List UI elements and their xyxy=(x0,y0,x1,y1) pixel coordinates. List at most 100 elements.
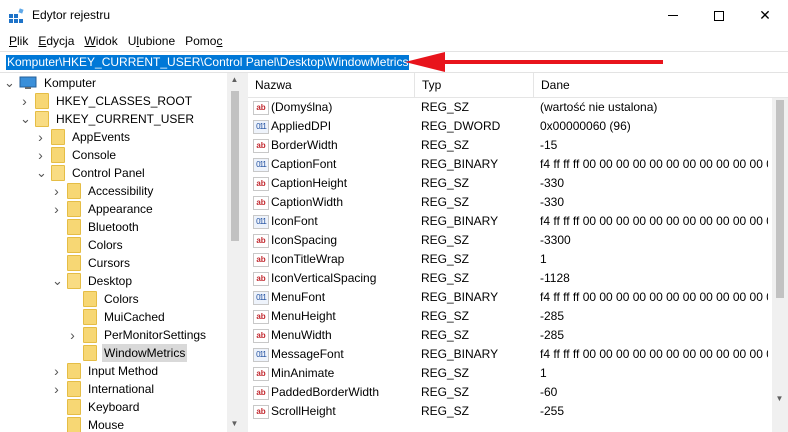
chevron-right-icon[interactable]: › xyxy=(52,200,61,218)
tree-item[interactable]: › Input Method xyxy=(52,362,160,380)
tree-item[interactable]: Cursors xyxy=(52,254,132,272)
scroll-down-icon[interactable]: ▼ xyxy=(227,419,242,428)
chevron-down-icon[interactable]: ⌄ xyxy=(20,112,31,125)
value-row[interactable]: ab MenuHeight REG_SZ -285 xyxy=(248,307,770,326)
chevron-right-icon[interactable]: › xyxy=(36,146,45,164)
values-list: Nazwa Typ Dane ab (Domyślna) REG_SZ (wartoś… xyxy=(248,73,788,432)
tree-item[interactable]: › PerMonitorSettings xyxy=(68,326,208,344)
value-type: REG_SZ xyxy=(421,309,470,323)
close-icon: ✕ xyxy=(759,7,771,23)
tree-item[interactable]: ⌄ HKEY_CURRENT_USER xyxy=(20,110,196,128)
tree-item-label: Appearance xyxy=(88,202,153,216)
address-path[interactable]: Komputer\HKEY_CURRENT_USER\Control Panel… xyxy=(6,55,410,70)
list-scroll-thumb[interactable] xyxy=(776,100,784,298)
value-row[interactable]: ab ScrollHeight REG_SZ -255 xyxy=(248,402,770,421)
value-type: REG_BINARY xyxy=(421,214,499,228)
chevron-down-icon[interactable]: ⌄ xyxy=(4,76,15,89)
scroll-up-icon[interactable]: ▲ xyxy=(227,75,242,84)
chevron-right-icon[interactable]: › xyxy=(52,380,61,398)
value-name-cell: ab CaptionWidth xyxy=(253,193,413,212)
value-row[interactable]: 011 AppliedDPI REG_DWORD 0x00000060 (96) xyxy=(248,117,770,136)
value-row[interactable]: ab MenuWidth REG_SZ -285 xyxy=(248,326,770,345)
chevron-right-icon[interactable]: › xyxy=(68,326,77,344)
tree-item[interactable]: ⌄ Komputer xyxy=(4,74,98,92)
tree-scroll-thumb[interactable] xyxy=(231,91,239,241)
value-name-cell: ab MinAnimate xyxy=(253,364,413,383)
tree-item[interactable]: › HKEY_CLASSES_ROOT xyxy=(20,92,194,110)
tree-item[interactable]: ⌄ Control Panel xyxy=(36,164,147,182)
tree-item[interactable]: MuiCached xyxy=(68,308,167,326)
tree-item[interactable]: › Accessibility xyxy=(52,182,155,200)
value-row[interactable]: ab CaptionHeight REG_SZ -330 xyxy=(248,174,770,193)
value-name-cell: ab IconTitleWrap xyxy=(253,250,413,269)
list-scrollbar[interactable]: ▼ xyxy=(772,98,788,432)
value-row[interactable]: 011 IconFont REG_BINARY f4 ff ff ff 00 00 0… xyxy=(248,212,770,231)
value-data: 0x00000060 (96) xyxy=(540,119,631,133)
tree-scrollbar[interactable]: ▲ ▼ xyxy=(227,73,243,432)
chevron-down-icon[interactable]: ⌄ xyxy=(36,166,47,179)
value-name: BorderWidth xyxy=(271,138,338,152)
scroll-down-icon[interactable]: ▼ xyxy=(772,394,787,403)
chevron-right-icon[interactable]: › xyxy=(20,92,29,110)
tree-item[interactable]: › Appearance xyxy=(52,200,155,218)
tree-item[interactable]: ⌄ Desktop xyxy=(52,272,134,290)
string-value-icon: ab xyxy=(253,100,269,115)
column-header-type[interactable]: Typ xyxy=(415,73,534,98)
menu-item-plik[interactable]: Plik xyxy=(4,31,33,51)
value-type: REG_SZ xyxy=(421,385,470,399)
folder-icon xyxy=(51,147,65,163)
folder-icon xyxy=(83,309,97,325)
value-row[interactable]: ab MinAnimate REG_SZ 1 xyxy=(248,364,770,383)
value-row[interactable]: 011 MessageFont REG_BINARY f4 ff ff ff 00 0… xyxy=(248,345,770,364)
value-row[interactable]: ab IconTitleWrap REG_SZ 1 xyxy=(248,250,770,269)
folder-icon xyxy=(83,327,97,343)
value-name: MenuFont xyxy=(271,290,326,304)
chevron-right-icon[interactable]: › xyxy=(36,128,45,146)
value-data: f4 ff ff ff 00 00 00 00 00 00 00 00 00 0… xyxy=(540,157,768,171)
value-row[interactable]: 011 MenuFont REG_BINARY f4 ff ff ff 00 00 0… xyxy=(248,288,770,307)
value-name-cell: 011 MenuFont xyxy=(253,288,413,307)
tree-item[interactable]: WindowMetrics xyxy=(68,344,188,362)
tree-item[interactable]: › International xyxy=(52,380,156,398)
value-row[interactable]: ab PaddedBorderWidth REG_SZ -60 xyxy=(248,383,770,402)
string-value-icon: ab xyxy=(253,366,269,381)
chevron-right-icon[interactable]: › xyxy=(52,362,61,380)
menu-item-edycja[interactable]: Edycja xyxy=(33,31,79,51)
tree-item[interactable]: Bluetooth xyxy=(52,218,141,236)
close-button[interactable]: ✕ xyxy=(742,0,788,31)
value-name-cell: ab IconSpacing xyxy=(253,231,413,250)
chevron-down-icon[interactable]: ⌄ xyxy=(52,274,63,287)
tree-item[interactable]: Colors xyxy=(52,236,125,254)
menu-item-ulubione[interactable]: Ulubione xyxy=(123,31,180,51)
value-name: IconVerticalSpacing xyxy=(271,271,377,285)
tree-item[interactable]: Mouse xyxy=(52,416,126,432)
value-name-cell: ab MenuHeight xyxy=(253,307,413,326)
folder-icon xyxy=(51,165,65,181)
menu-item-pomoc[interactable]: Pomoc xyxy=(180,31,227,51)
value-row[interactable]: 011 CaptionFont REG_BINARY f4 ff ff ff 00 0… xyxy=(248,155,770,174)
address-bar[interactable]: Komputer\HKEY_CURRENT_USER\Control Panel… xyxy=(0,51,788,73)
tree-item-label: Mouse xyxy=(88,418,125,432)
tree-item-label: Colors xyxy=(104,292,139,306)
value-row[interactable]: ab IconVerticalSpacing REG_SZ -1128 xyxy=(248,269,770,288)
value-row[interactable]: ab (Domyślna) REG_SZ (wartość nie ustalona) xyxy=(248,98,770,117)
tree-item[interactable]: Colors xyxy=(68,290,141,308)
value-row[interactable]: ab CaptionWidth REG_SZ -330 xyxy=(248,193,770,212)
folder-icon xyxy=(67,255,81,271)
tree-item[interactable]: › Console xyxy=(36,146,118,164)
value-row[interactable]: ab IconSpacing REG_SZ -3300 xyxy=(248,231,770,250)
tree-item-label: Bluetooth xyxy=(88,220,139,234)
maximize-button[interactable] xyxy=(696,0,742,31)
column-header-data[interactable]: Dane xyxy=(534,73,770,98)
tree-item[interactable]: Keyboard xyxy=(52,398,141,416)
red-arrow-annotation xyxy=(405,52,663,72)
chevron-right-icon[interactable]: › xyxy=(52,182,61,200)
menu-item-widok[interactable]: Widok xyxy=(79,31,122,51)
column-header-name[interactable]: Nazwa xyxy=(248,73,415,98)
value-name-cell: ab MenuWidth xyxy=(253,326,413,345)
maximize-icon xyxy=(714,10,724,21)
registry-tree: ⌄ Komputer › HKEY_CLASSES_ROOT ⌄ HKEY_CURRENT… xyxy=(0,73,243,432)
minimize-button[interactable] xyxy=(650,0,696,31)
tree-item[interactable]: › AppEvents xyxy=(36,128,132,146)
value-row[interactable]: ab BorderWidth REG_SZ -15 xyxy=(248,136,770,155)
